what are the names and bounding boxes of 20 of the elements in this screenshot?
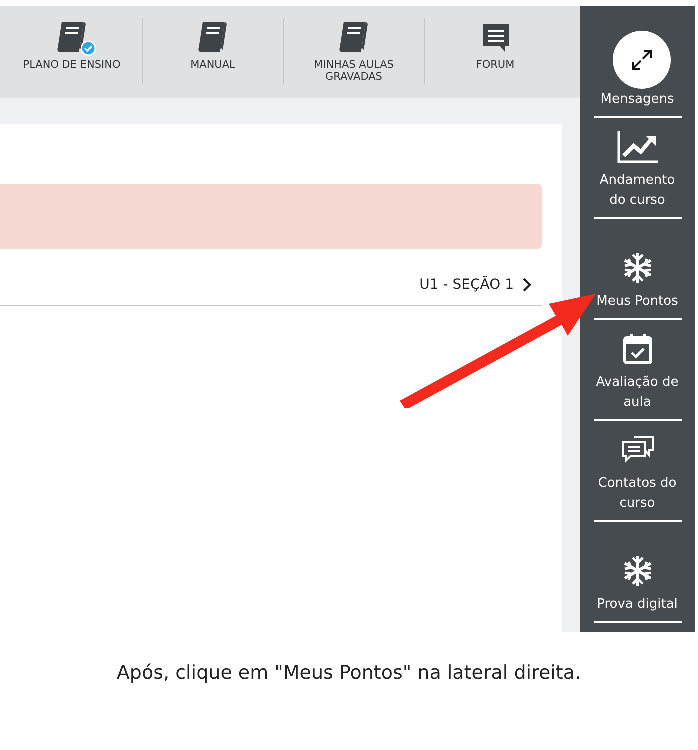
next-section-link[interactable]: U1 - SEÇÃO 1 — [420, 277, 532, 293]
caption-text: Após, clique em "Meus Pontos" na lateral direita. — [116, 662, 582, 684]
snowflake-icon — [622, 555, 654, 587]
chart-icon — [616, 130, 658, 164]
sidebar-item[interactable]: Avaliação de aula — [580, 320, 695, 419]
toolbar-item[interactable]: MINHAS AULAS GRAVADAS — [284, 18, 425, 84]
calendar-check-icon — [622, 333, 652, 365]
comment-icon — [480, 22, 510, 54]
sidebar-item[interactable]: Meus Pontos — [580, 219, 695, 318]
chat-bubbles-icon — [620, 436, 654, 464]
toolbar-item[interactable]: FORUM — [425, 18, 566, 84]
sidebar-item[interactable]: Mensagens — [580, 6, 695, 116]
expand-icon — [630, 48, 654, 72]
toolbar-item[interactable]: PLANO DE ENSINO — [2, 18, 143, 84]
chevron-right-icon — [522, 278, 532, 292]
toolbar-item[interactable]: MANUAL — [143, 18, 284, 84]
sidebar-item[interactable]: Contatos do curso — [580, 421, 695, 520]
sidebar-item[interactable]: Andamento do curso — [580, 118, 695, 217]
sidebar-item[interactable]: Prova digital — [580, 522, 695, 621]
snowflake-icon — [622, 252, 654, 284]
